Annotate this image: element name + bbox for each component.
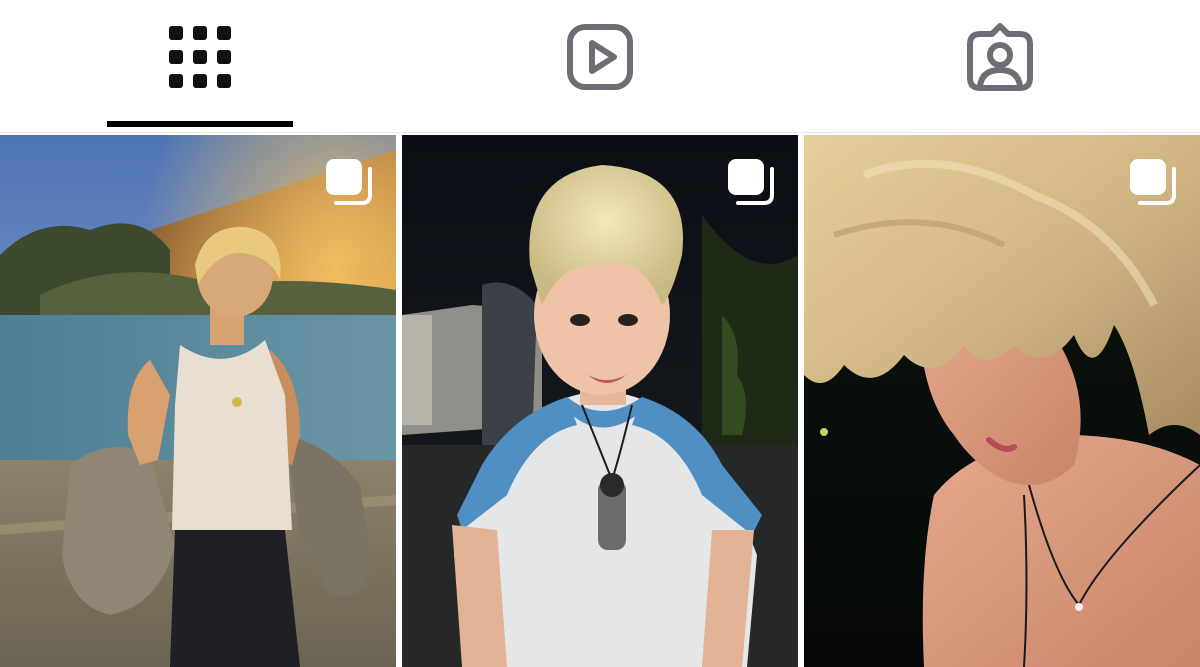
tab-posts[interactable]: Posts bbox=[0, 0, 400, 132]
profile-grid-screen: Posts Reels bbox=[0, 0, 1200, 667]
carousel-icon bbox=[1130, 159, 1176, 205]
grid-post-2[interactable] bbox=[402, 135, 798, 667]
grid-post-1[interactable] bbox=[0, 135, 396, 667]
post-2-photo bbox=[402, 135, 798, 667]
tab-posts-label: Posts bbox=[200, 0, 201, 1]
reels-play-icon bbox=[567, 24, 633, 90]
tab-reels[interactable]: Reels bbox=[400, 0, 800, 132]
post-1-photo bbox=[0, 135, 396, 667]
post-3-photo bbox=[804, 135, 1200, 667]
active-tab-indicator bbox=[107, 121, 293, 127]
carousel-icon bbox=[326, 159, 372, 205]
tab-tagged[interactable]: Tagged bbox=[800, 0, 1200, 132]
tagged-person-icon bbox=[967, 23, 1033, 91]
posts-grid bbox=[0, 135, 1200, 667]
profile-tab-bar: Posts Reels bbox=[0, 0, 1200, 133]
tab-reels-label: Reels bbox=[600, 0, 601, 1]
grid-post-3[interactable] bbox=[804, 135, 1200, 667]
carousel-icon bbox=[728, 159, 774, 205]
tab-tagged-label: Tagged bbox=[1000, 0, 1001, 1]
grid-icon bbox=[169, 26, 231, 88]
